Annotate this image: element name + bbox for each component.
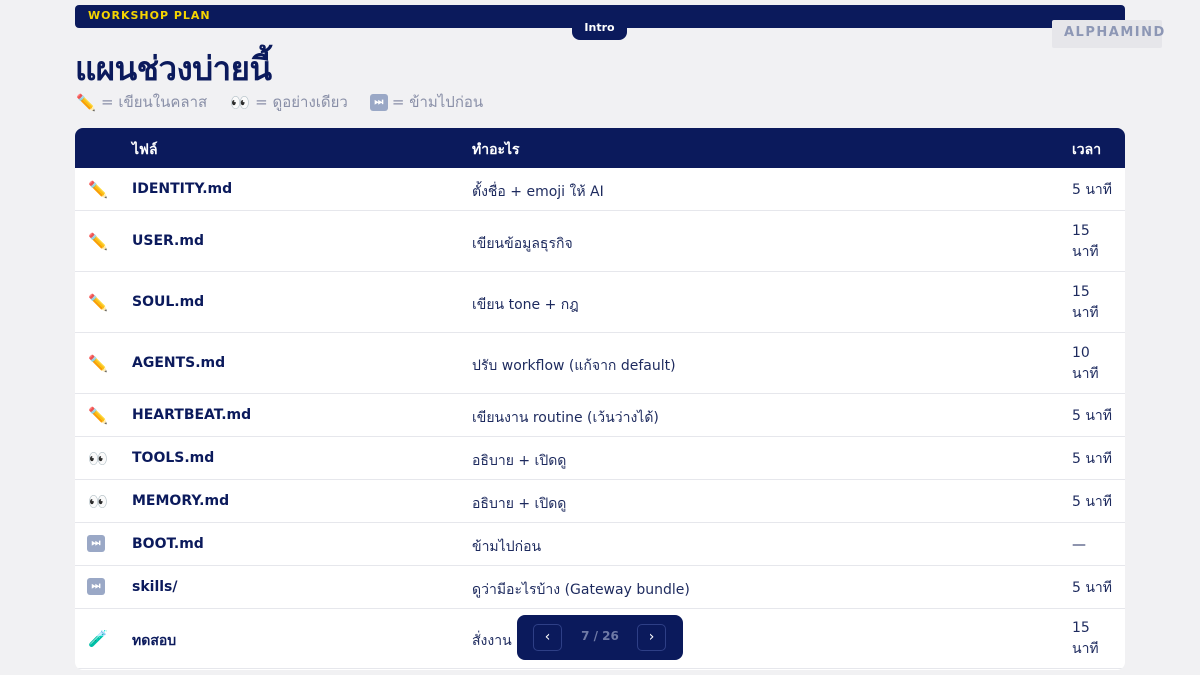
duration: 15 นาที: [1072, 283, 1099, 321]
task-description: เขียนข้อมูลธุรกิจ: [472, 235, 573, 252]
table-row: ⏭ skills/ดูว่ามีอะไรบ้าง (Gateway bundle)…: [75, 566, 1125, 609]
file-name: ทดสอบ: [132, 633, 177, 649]
next-slide-button[interactable]: ›: [637, 624, 666, 651]
task-description: ดูว่ามีอะไรบ้าง (Gateway bundle): [472, 581, 690, 598]
pencil-icon: ✏️: [76, 92, 96, 112]
legend-item-view: 👀 = ดูอย่างเดียว: [229, 90, 348, 114]
file-name: IDENTITY.md: [132, 180, 233, 197]
table-body: ✏️ IDENTITY.md ตั้งชื่อ + emoji ให้ AI 5 นา…: [75, 168, 1125, 669]
task-description: ปรับ workflow (แก้จาก default): [472, 357, 676, 374]
eyes-icon: 👀: [230, 92, 251, 112]
task-description: ข้ามไปก่อน: [472, 538, 542, 555]
duration: 15 นาที: [1072, 620, 1099, 657]
pencil-icon: ✏️: [88, 292, 108, 312]
column-header-what: ทำอะไร: [472, 142, 520, 158]
table-row: ✏️ USER.md เขียนข้อมูลธุรกิจ 15 นาที: [75, 211, 1125, 272]
duration: 5 นาที: [1072, 407, 1113, 424]
duration: —: [1072, 536, 1086, 553]
page-title: แผนช่วงบ่ายนี้: [75, 49, 272, 88]
legend: ✏️ = เขียนในคลาส 👀 = ดูอย่างเดียว ⏭ = ข้…: [75, 90, 483, 114]
pencil-icon: ✏️: [88, 405, 108, 425]
legend-item-write: ✏️ = เขียนในคลาส: [75, 90, 207, 114]
legend-label: = เขียนในคลาส: [101, 93, 208, 111]
skip-icon: ⏭: [87, 577, 105, 595]
legend-label: = ดูอย่างเดียว: [255, 93, 348, 111]
plan-table: ไฟล์ ทำอะไร เวลา ✏️ IDENTITY.md ตั้งชื่อ +…: [75, 128, 1125, 670]
table-header: ไฟล์ ทำอะไร เวลา: [75, 128, 1125, 168]
task-description: อธิบาย + เปิดดู: [472, 495, 567, 512]
duration: 5 นาที: [1072, 579, 1113, 596]
table-row: ✏️ AGENTS.md ปรับ workflow (แก้จาก default…: [75, 333, 1125, 394]
table-row: ✏️ IDENTITY.md ตั้งชื่อ + emoji ให้ AI 5 นา…: [75, 168, 1125, 211]
eyes-icon: 👀: [88, 491, 108, 511]
slide-counter: 7 / 26: [581, 629, 619, 643]
duration: 5 นาที: [1072, 181, 1113, 198]
duration: 5 นาที: [1072, 450, 1113, 467]
table-row: ⏭ BOOT.md ข้ามไปก่อน —: [75, 523, 1125, 566]
file-name: BOOT.md: [132, 535, 204, 552]
legend-label: = ข้ามไปก่อน: [391, 93, 484, 111]
table-row: ✏️ HEARTBEAT.md เขียนงาน routine (เว้นว่าง…: [75, 394, 1125, 437]
file-name: TOOLS.md: [132, 449, 215, 466]
table-row: ✏️ SOUL.md เขียน tone + กฎ 15 นาที: [75, 272, 1125, 333]
file-name: AGENTS.md: [132, 354, 226, 371]
pencil-icon: ✏️: [88, 179, 108, 199]
skip-icon: ⏭: [369, 93, 388, 111]
file-name: MEMORY.md: [132, 492, 230, 509]
duration: 5 นาที: [1072, 493, 1113, 510]
brand-logo: ALPHAMIND: [1052, 20, 1164, 48]
slide-pager: ‹ 7 / 26 ›: [517, 615, 683, 660]
intro-tab[interactable]: Intro: [572, 17, 627, 40]
prev-slide-button[interactable]: ‹: [533, 624, 562, 651]
column-header-time: เวลา: [1072, 142, 1102, 158]
task-description: ตั้งชื่อ + emoji ให้ AI: [472, 183, 604, 200]
skip-icon: ⏭: [87, 534, 105, 552]
pencil-icon: ✏️: [88, 353, 108, 373]
task-description: เขียนงาน routine (เว้นว่างได้): [472, 409, 659, 426]
task-description: อธิบาย + เปิดดู: [472, 452, 567, 469]
eyes-icon: 👀: [88, 448, 108, 468]
task-description: สั่งงาน: [472, 633, 512, 649]
logo-text: ALPHAMIND: [1064, 25, 1166, 40]
test-tube-icon: 🧪: [88, 629, 108, 648]
pencil-icon: ✏️: [88, 231, 108, 251]
file-name: skills/: [132, 578, 178, 595]
column-header-file: ไฟล์: [132, 142, 158, 158]
table-row: 👀 TOOLS.md อธิบาย + เปิดดู 5 นาที: [75, 437, 1125, 480]
file-name: SOUL.md: [132, 293, 205, 310]
legend-item-skip: ⏭ = ข้ามไปก่อน: [369, 90, 484, 114]
file-name: USER.md: [132, 232, 204, 249]
task-description: เขียน tone + กฎ: [472, 296, 579, 313]
section-label: WORKSHOP PLAN: [88, 9, 211, 22]
file-name: HEARTBEAT.md: [132, 406, 252, 423]
duration: 10 นาที: [1072, 344, 1099, 382]
table-row: 👀 MEMORY.md อธิบาย + เปิดดู 5 นาที: [75, 480, 1125, 523]
duration: 15 นาที: [1072, 222, 1099, 260]
